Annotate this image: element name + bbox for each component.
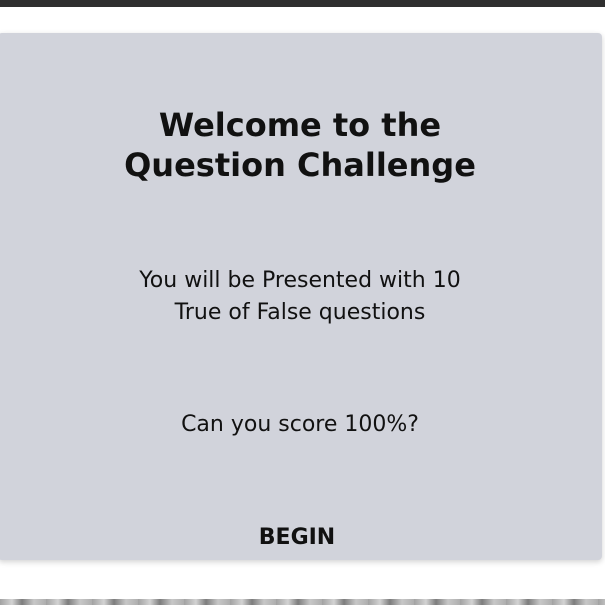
bottom-image-strip: [0, 599, 605, 605]
welcome-card: Welcome to the Question Challenge You wi…: [0, 33, 602, 560]
page-title: Welcome to the Question Challenge: [124, 106, 476, 184]
challenge-question: Can you score 100%?: [181, 412, 419, 437]
begin-button[interactable]: BEGIN: [238, 517, 356, 557]
intro-text: You will be Presented with 10 True of Fa…: [139, 268, 461, 325]
top-bar: [0, 0, 605, 7]
